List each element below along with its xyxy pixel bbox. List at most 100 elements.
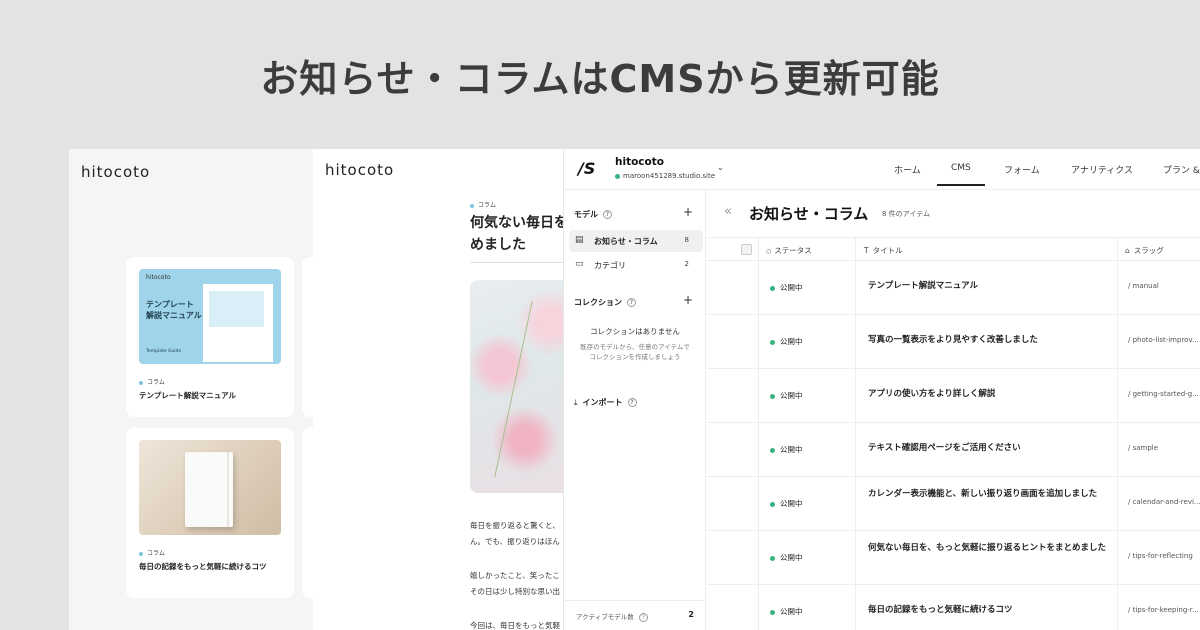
- row-title[interactable]: テキスト確認用ページをご活用ください: [868, 442, 1108, 456]
- site-preview-article: hitocoto コラム 何気ない毎日を めました 毎日を振り返ると驚くと、 ん…: [313, 149, 573, 630]
- site-url[interactable]: maroon451289.studio.site: [615, 172, 715, 180]
- sidebar-item-category[interactable]: ▭ カテゴリ 2: [569, 254, 703, 276]
- table-row[interactable]: 公開中 アプリの使い方をより詳しく解説 / getting-started-g.…: [706, 369, 1200, 423]
- table-row[interactable]: 公開中 カレンダー表示機能と、新しい振り返り画面を追加しました / calend…: [706, 477, 1200, 531]
- collections-heading: コレクション?: [574, 297, 636, 308]
- help-icon[interactable]: ?: [627, 398, 637, 407]
- table-row[interactable]: 公開中 何気ない毎日を、もっと気軽に振り返るヒントをまとめました / tips-…: [706, 531, 1200, 585]
- article-body-line: 毎日を振り返ると驚くと、: [470, 521, 560, 530]
- article-card[interactable]: コラム 毎日の記録をもっと気軽に続けるコツ: [126, 428, 294, 598]
- studio-logo-icon[interactable]: /S: [578, 159, 595, 178]
- column-status[interactable]: ○ ステータス: [766, 245, 812, 256]
- article-category: コラム: [470, 200, 496, 209]
- document-icon: ▤: [575, 235, 584, 245]
- thumb-subtitle: Template Guide: [146, 349, 182, 354]
- row-title[interactable]: カレンダー表示機能と、新しい振り返り画面を追加しました: [868, 488, 1108, 502]
- import-button[interactable]: ⤓ インポート?: [574, 397, 637, 408]
- models-heading: モデル?: [574, 209, 612, 220]
- card-title[interactable]: テンプレート解説マニュアル: [139, 390, 236, 401]
- site-name[interactable]: hitocoto: [615, 156, 664, 168]
- item-count: 8 件のアイテム: [882, 210, 930, 218]
- row-slug: / sample: [1128, 444, 1159, 452]
- select-all-checkbox[interactable]: [741, 244, 752, 255]
- nav-home[interactable]: ホーム: [894, 163, 921, 176]
- row-slug: / tips-for-reflecting: [1128, 552, 1193, 560]
- thumb-logo: hitocoto: [146, 274, 171, 281]
- notebook-band: [227, 452, 229, 527]
- add-model-button[interactable]: +: [683, 205, 693, 219]
- chevron-down-icon[interactable]: ⌄: [717, 163, 724, 172]
- card-category: コラム: [139, 548, 165, 557]
- column-slug[interactable]: ⌂ スラッグ: [1125, 245, 1164, 256]
- article-photo: [470, 280, 570, 493]
- collapse-sidebar-icon[interactable]: «: [724, 204, 732, 219]
- help-icon[interactable]: ?: [627, 298, 636, 307]
- table-row[interactable]: 公開中 テキスト確認用ページをご活用ください / sample: [706, 423, 1200, 477]
- cms-sidebar: モデル? + ▤ お知らせ・コラム 8 ▭ カテゴリ 2 コレクション? + コ…: [564, 190, 706, 630]
- row-slug: / getting-started-g...: [1128, 390, 1199, 398]
- sidebar-item-count: 2: [684, 260, 689, 268]
- nav-form[interactable]: フォーム: [1004, 163, 1040, 176]
- card-thumbnail: [139, 440, 281, 535]
- cms-window: /S hitocoto maroon451289.studio.site ⌄ ホ…: [563, 149, 1200, 630]
- nav-cms[interactable]: CMS: [937, 163, 985, 186]
- collections-hint: 既存のモデルから、任意のアイテムで コレクションを作成しましょう: [580, 343, 690, 361]
- add-collection-button[interactable]: +: [683, 293, 693, 307]
- card-title[interactable]: 毎日の記録をもっと気軽に続けるコツ: [139, 561, 267, 572]
- active-models-count: 2: [688, 610, 694, 619]
- cms-main: « お知らせ・コラム 8 件のアイテム ○ ステータス T タイトル ⌂ スラッグ 公…: [706, 190, 1200, 630]
- thumb-title: テンプレート 解説マニュアル: [146, 300, 202, 321]
- row-slug: / photo-list-improv...: [1128, 336, 1199, 344]
- status-badge: 公開中: [770, 444, 803, 455]
- help-icon[interactable]: ?: [638, 612, 648, 622]
- table-header: ○ ステータス T タイトル ⌂ スラッグ: [706, 237, 1200, 261]
- article-body-line: 今回は、毎日をもっと気軽: [470, 621, 560, 630]
- table-row[interactable]: 公開中 写真の一覧表示をより見やすく改善しました / photo-list-im…: [706, 315, 1200, 369]
- collections-empty: コレクションはありません: [590, 327, 680, 336]
- card-thumbnail: hitocoto テンプレート 解説マニュアル Template Guide: [139, 269, 281, 364]
- article-body-line: ん。でも、振り返りはほん: [470, 537, 560, 546]
- download-icon: ⤓: [574, 398, 578, 407]
- row-slug: / tips-for-keeping-r...: [1128, 606, 1199, 614]
- article-body-line: 嬉しかったこと、笑ったこ: [470, 571, 560, 580]
- row-slug: / manual: [1128, 282, 1159, 290]
- row-title[interactable]: 写真の一覧表示をより見やすく改善しました: [868, 334, 1108, 348]
- thumb-screen-inner: [209, 291, 264, 327]
- card-category: コラム: [139, 377, 165, 386]
- article-body-line: その日は少し特別な思い出: [470, 587, 560, 596]
- table-row[interactable]: 公開中 毎日の記録をもっと気軽に続けるコツ / tips-for-keeping…: [706, 585, 1200, 630]
- cms-topbar: /S hitocoto maroon451289.studio.site ⌄ ホ…: [564, 149, 1200, 190]
- sidebar-item-label: カテゴリ: [594, 261, 626, 270]
- sidebar-item-count: 8: [684, 236, 689, 244]
- folder-icon: ▭: [575, 259, 584, 269]
- nav-plan[interactable]: プラン &: [1163, 163, 1200, 176]
- status-badge: 公開中: [770, 552, 803, 563]
- status-badge: 公開中: [770, 390, 803, 401]
- divider: [470, 262, 570, 263]
- row-slug: / calendar-and-revi...: [1128, 498, 1200, 506]
- status-column-icon: ○: [766, 248, 772, 255]
- sidebar-item-news[interactable]: ▤ お知らせ・コラム 8: [569, 230, 703, 252]
- text-column-icon: T: [864, 246, 869, 255]
- table-row[interactable]: 公開中 テンプレート解説マニュアル / manual: [706, 261, 1200, 315]
- article-card[interactable]: hitocoto テンプレート 解説マニュアル Template Guide コ…: [126, 257, 294, 417]
- row-title[interactable]: 毎日の記録をもっと気軽に続けるコツ: [868, 604, 1108, 618]
- active-models-label: アクティブモデル数?: [576, 611, 648, 622]
- status-badge: 公開中: [770, 498, 803, 509]
- row-title[interactable]: テンプレート解説マニュアル: [868, 280, 1108, 294]
- status-badge: 公開中: [770, 336, 803, 347]
- site-logo[interactable]: hitocoto: [325, 161, 394, 179]
- nav-analytics[interactable]: アナリティクス: [1071, 163, 1133, 176]
- tag-icon: ⌂: [1125, 246, 1130, 255]
- headline: お知らせ・コラムはCMSから更新可能: [260, 57, 940, 101]
- sidebar-item-label: お知らせ・コラム: [594, 237, 658, 246]
- active-models-footer: アクティブモデル数? 2: [564, 600, 706, 630]
- status-badge: 公開中: [770, 282, 803, 293]
- column-title[interactable]: T タイトル: [864, 245, 903, 256]
- page-title: お知らせ・コラム: [749, 205, 869, 223]
- site-logo[interactable]: hitocoto: [81, 163, 150, 181]
- help-icon[interactable]: ?: [603, 210, 612, 219]
- status-badge: 公開中: [770, 606, 803, 617]
- row-title[interactable]: 何気ない毎日を、もっと気軽に振り返るヒントをまとめました: [868, 542, 1108, 556]
- row-title[interactable]: アプリの使い方をより詳しく解説: [868, 388, 1108, 402]
